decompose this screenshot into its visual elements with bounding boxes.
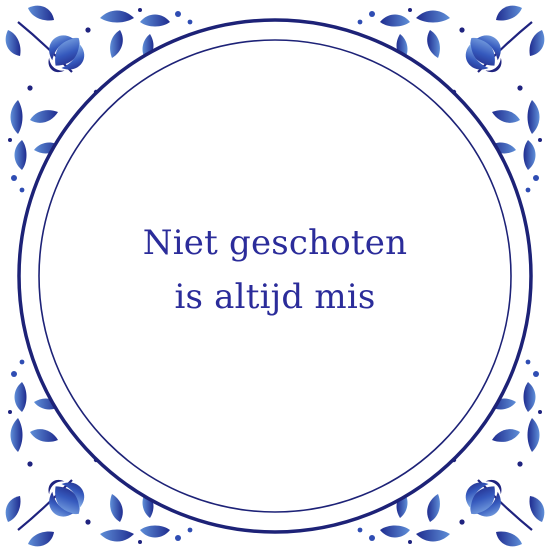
- quote-line-2: is altijd mis: [174, 277, 376, 317]
- delft-tile: Niet geschoten is altijd mis: [0, 0, 550, 552]
- tile-quote: Niet geschoten is altijd mis: [0, 216, 550, 324]
- quote-line-1: Niet geschoten: [142, 223, 408, 263]
